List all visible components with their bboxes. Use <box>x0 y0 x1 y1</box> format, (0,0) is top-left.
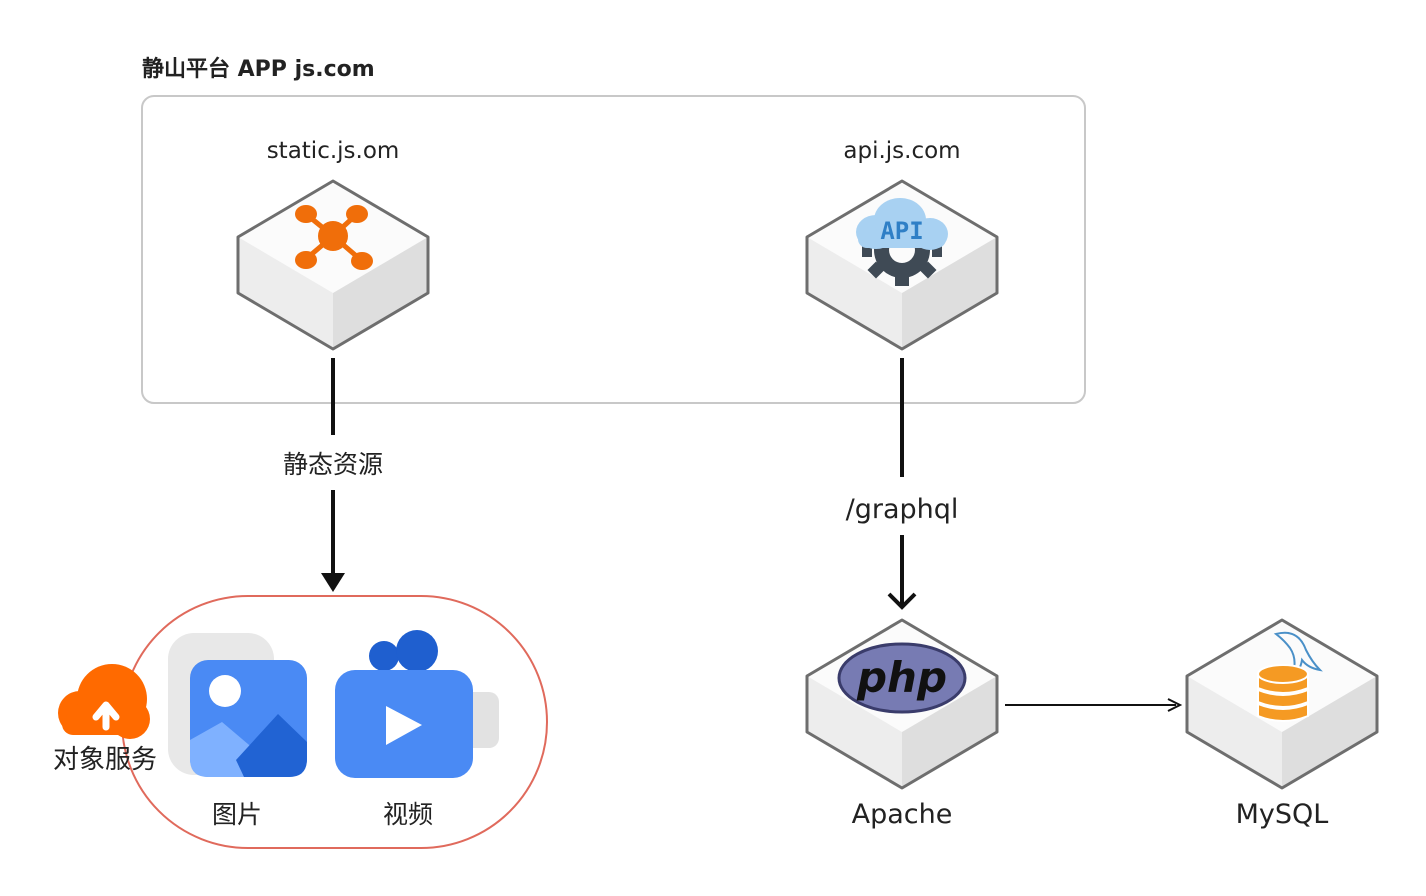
platform-group-title: 静山平台 APP js.com <box>142 56 375 82</box>
cloud-upload-icon <box>58 664 150 739</box>
edge-static-to-storage: 静态资源 <box>283 358 383 592</box>
images-label: 图片 <box>212 800 262 829</box>
apache-node[interactable]: php Apache <box>805 618 999 830</box>
php-icon-text: php <box>856 653 947 702</box>
static-cube <box>236 179 430 351</box>
edge-apache-to-mysql <box>1005 698 1183 712</box>
mysql-node[interactable]: MySQL <box>1185 618 1379 830</box>
static-node[interactable]: static.js.om <box>236 138 430 351</box>
edge-api-label: /graphql <box>846 494 959 525</box>
api-icon-text: API <box>880 217 923 245</box>
image-icon <box>168 633 307 777</box>
api-node-label: api.js.com <box>843 138 960 164</box>
edge-api-to-apache: /graphql <box>846 358 959 610</box>
object-service-label: 对象服务 <box>53 745 157 775</box>
videos-label: 视频 <box>383 800 433 829</box>
edge-static-label: 静态资源 <box>283 450 383 479</box>
mysql-node-label: MySQL <box>1236 799 1329 830</box>
api-node[interactable]: api.js.com API <box>805 138 999 351</box>
apache-node-label: Apache <box>852 799 953 830</box>
video-icon <box>335 630 499 778</box>
architecture-diagram: 静山平台 APP js.com static.js.om api.js.com <box>53 56 1379 849</box>
object-storage-group: 对象服务 图片 视频 <box>53 595 548 849</box>
static-node-label: static.js.om <box>267 138 400 164</box>
php-logo-icon: php <box>837 642 967 714</box>
